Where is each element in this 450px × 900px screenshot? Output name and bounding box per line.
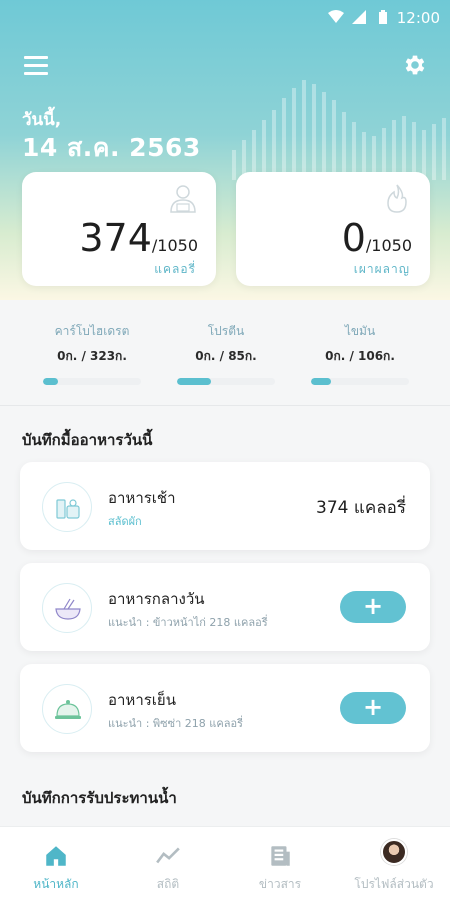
nutrient-amount: 0ก. / 106ก.: [325, 349, 395, 363]
consumed-goal: /1050: [151, 236, 198, 255]
bottom-navigation: หน้าหลัก สถิติ ข่าวสาร โปรไฟล์ส่วนตัว: [0, 826, 450, 900]
menu-icon[interactable]: [24, 56, 48, 76]
nutrient-protein: โปรตีน 0ก. / 85ก.: [176, 322, 276, 385]
nav-news[interactable]: ข่าวสาร: [224, 827, 336, 900]
news-icon: [271, 846, 290, 866]
nutrient-progress-fill: [43, 378, 58, 385]
status-bar: 12:00: [0, 0, 450, 36]
wifi-icon: [328, 10, 344, 23]
section-divider: [0, 405, 450, 406]
gear-icon[interactable]: [402, 52, 428, 78]
stats-icon: [156, 847, 180, 864]
nav-label: สถิติ: [156, 877, 180, 891]
burned-unit: เผาผลาญ: [353, 262, 410, 276]
water-section-title: บันทึกการรับประทานน้ำ: [22, 789, 177, 807]
burned-calories-card[interactable]: 0/1050 เผาผลาญ: [236, 172, 430, 286]
nav-label: ข่าวสาร: [258, 877, 302, 891]
nutrient-progress-track: [311, 378, 409, 385]
consumed-value: 374: [79, 216, 152, 260]
nutrient-name: คาร์โบไฮเดรต: [54, 324, 130, 338]
decorative-bars: [232, 80, 446, 180]
meal-title: อาหารกลางวัน: [108, 590, 205, 608]
meal-calories: 374 แคลอรี่: [316, 498, 406, 518]
nutrient-amount: 0ก. / 85ก.: [195, 349, 257, 363]
meal-card-lunch[interactable]: อาหารกลางวัน แนะนำ : ข้าวหน้าไก่ 218 แคล…: [20, 563, 430, 651]
meal-subtitle: สลัดผัก: [108, 515, 142, 528]
nutrient-fat: ไขมัน 0ก. / 106ก.: [310, 322, 410, 385]
burned-goal: /1050: [365, 236, 412, 255]
nutrient-carbs: คาร์โบไฮเดรต 0ก. / 323ก.: [42, 322, 142, 385]
status-time: 12:00: [396, 9, 440, 27]
nutrient-name: ไขมัน: [344, 324, 376, 338]
meal-card-dinner[interactable]: อาหารเย็น แนะนำ : พิซซ่า 218 แคลอรี่ +: [20, 664, 430, 752]
breakfast-icon: [42, 482, 92, 532]
nutrient-progress-track: [43, 378, 141, 385]
meal-card-breakfast[interactable]: อาหารเช้า สลัดผัก 374 แคลอรี่: [20, 462, 430, 550]
nav-label: โปรไฟล์ส่วนตัว: [354, 877, 434, 891]
avatar: [381, 839, 407, 865]
meal-title: อาหารเย็น: [108, 691, 176, 709]
nutrient-summary: คาร์โบไฮเดรต 0ก. / 323ก. โปรตีน 0ก. / 85…: [0, 322, 450, 392]
meal-subtitle: แนะนำ : ข้าวหน้าไก่ 218 แคลอรี่: [108, 616, 268, 629]
add-dinner-button[interactable]: +: [340, 692, 406, 724]
nutrient-progress-track: [177, 378, 275, 385]
lunch-bowl-icon: [42, 583, 92, 633]
consumed-calories-card[interactable]: 374/1050 แคลอรี่: [22, 172, 216, 286]
add-lunch-button[interactable]: +: [340, 591, 406, 623]
meal-subtitle: แนะนำ : พิซซ่า 218 แคลอรี่: [108, 717, 243, 730]
burned-value: 0: [341, 216, 366, 260]
nutrient-amount: 0ก. / 323ก.: [57, 349, 127, 363]
nav-label: หน้าหลัก: [33, 877, 79, 891]
nutrient-name: โปรตีน: [207, 324, 245, 338]
nutrient-progress-fill: [177, 378, 212, 385]
nav-stats[interactable]: สถิติ: [112, 827, 224, 900]
flame-icon: [387, 184, 407, 213]
home-icon: [46, 846, 66, 866]
meal-title: อาหารเช้า: [108, 489, 176, 507]
consumed-unit: แคลอรี่: [154, 262, 196, 276]
meals-section-title: บันทึกมื้ออาหารวันนี้: [22, 431, 153, 449]
nutrient-progress-fill: [311, 378, 331, 385]
dinner-cloche-icon: [42, 684, 92, 734]
person-icon: [170, 185, 196, 213]
date-label: 14 ส.ค. 2563: [22, 133, 201, 162]
nav-home[interactable]: หน้าหลัก: [0, 827, 112, 900]
signal-icon: [352, 10, 366, 24]
battery-icon: [379, 10, 387, 24]
nav-profile[interactable]: โปรไฟล์ส่วนตัว: [338, 827, 450, 900]
